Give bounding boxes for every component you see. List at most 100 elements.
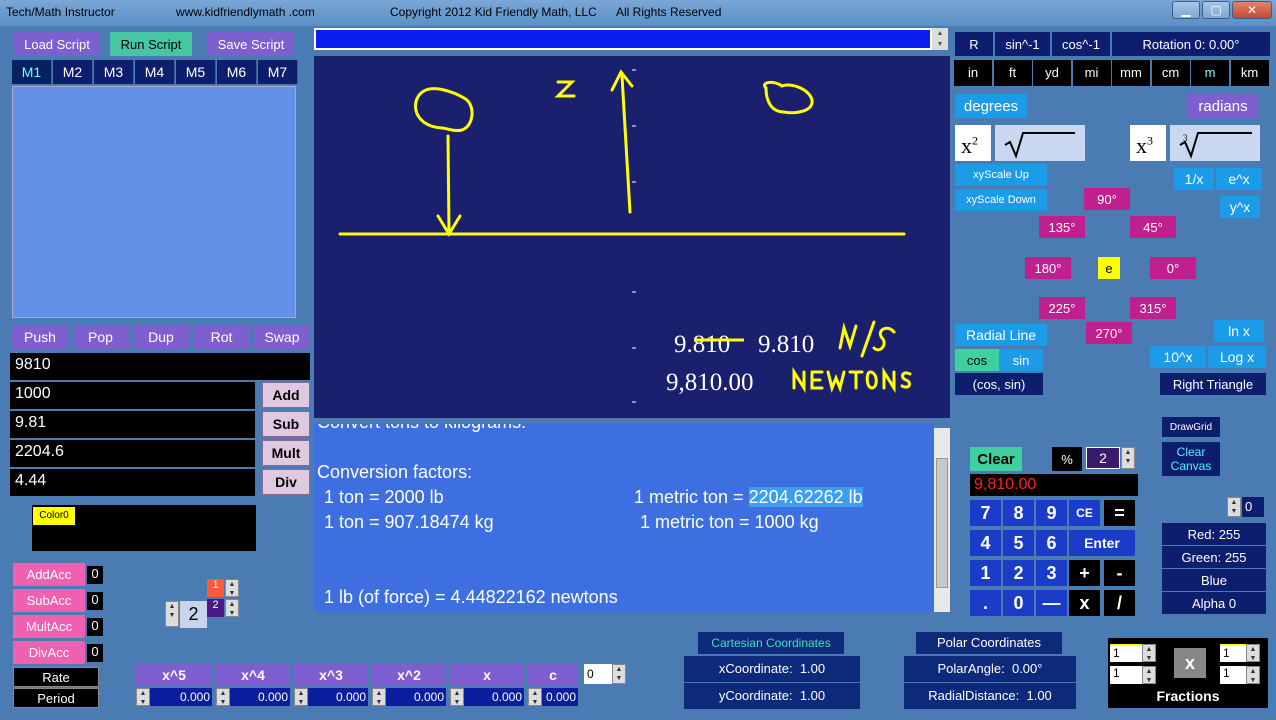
degrees-button[interactable]: degrees	[955, 94, 1027, 118]
script-textarea[interactable]	[12, 86, 296, 318]
angle-225-button[interactable]: 225°	[1039, 297, 1085, 319]
unit-km-button[interactable]: km	[1230, 60, 1269, 86]
angle-90-button[interactable]: 90°	[1084, 188, 1130, 210]
blue-control[interactable]: Blue	[1162, 569, 1266, 591]
period-button[interactable]: Period	[13, 688, 99, 708]
command-bar[interactable]	[314, 28, 932, 50]
fraction1-numerator[interactable]: 1	[1110, 644, 1142, 662]
asin-button[interactable]: sin^-1	[995, 32, 1050, 56]
poly-term-5-arrows[interactable]: ▲ ▼	[450, 688, 464, 706]
radial-line-button[interactable]: Radial Line	[955, 324, 1047, 346]
save-script-button[interactable]: Save Script	[208, 32, 294, 56]
cos-button[interactable]: cos	[955, 349, 999, 371]
calc-key-4-3[interactable]: +	[1069, 560, 1100, 586]
fraction2-denominator[interactable]: 1	[1220, 666, 1246, 684]
memory-tab-m7[interactable]: M7	[258, 60, 298, 84]
calc-key-3-2[interactable]: 6	[1036, 530, 1067, 556]
spinner-small-1[interactable]: 1	[207, 579, 224, 597]
poly-term-6-arrows[interactable]: ▲ ▼	[528, 688, 542, 706]
load-script-button[interactable]: Load Script	[14, 32, 100, 56]
cbrt-button[interactable]: 3	[1170, 125, 1260, 161]
inverse-button[interactable]: 1/x	[1174, 168, 1214, 190]
spinner-small-2[interactable]: 2	[207, 599, 224, 617]
fraction1-num-arrows[interactable]: ▲ ▼	[1142, 644, 1156, 662]
spinner-value[interactable]: 2	[180, 601, 207, 628]
calc-key-4-4[interactable]: x	[1069, 590, 1100, 616]
spinner-small-1-arrows[interactable]: ▲ ▼	[225, 579, 239, 597]
ten-power-button[interactable]: 10^x	[1150, 346, 1206, 368]
e-button[interactable]: e	[1098, 257, 1120, 279]
spinner-small-2-arrows[interactable]: ▲ ▼	[225, 599, 239, 617]
xyscale-down-button[interactable]: xyScale Down	[955, 189, 1047, 211]
green-control[interactable]: Green: 255	[1162, 546, 1266, 568]
notes-scroll-thumb[interactable]	[936, 458, 948, 588]
calc-key-2-1[interactable]: 8	[1003, 500, 1034, 526]
unit-yd-button[interactable]: yd	[1033, 60, 1071, 86]
unit-in-button[interactable]: in	[954, 60, 992, 86]
clear-canvas-button[interactable]: Clear Canvas	[1162, 442, 1220, 476]
right-triangle-button[interactable]: Right Triangle	[1160, 373, 1266, 395]
close-button[interactable]: ✕	[1232, 1, 1272, 19]
poly-degree-arrows[interactable]: ▲ ▼	[612, 664, 626, 684]
add-button[interactable]: Add	[262, 382, 310, 408]
div-button[interactable]: Div	[262, 469, 310, 495]
calc-key-4-1[interactable]: CE	[1069, 500, 1100, 526]
poly-term-1-arrows[interactable]: ▲ ▼	[136, 688, 150, 706]
calc-key-5-3[interactable]: -	[1104, 560, 1135, 586]
stack-dup-button[interactable]: Dup	[133, 325, 189, 349]
calc-key-5-4[interactable]: /	[1104, 590, 1135, 616]
calc-key-1-3[interactable]: 1	[970, 560, 1001, 586]
calc-key-1-2[interactable]: 4	[970, 530, 1001, 556]
memory-tab-m3[interactable]: M3	[94, 60, 134, 84]
calc-key-2-4[interactable]: 0	[1003, 590, 1034, 616]
sqrt-button[interactable]	[995, 125, 1085, 161]
multacc-button[interactable]: MultAcc	[13, 615, 85, 638]
command-bar-scroll[interactable]: ▲ ▼	[932, 28, 948, 50]
addacc-button[interactable]: AddAcc	[13, 563, 85, 586]
fraction2-den-arrows[interactable]: ▲ ▼	[1246, 666, 1260, 684]
notes-scrollbar[interactable]	[934, 428, 950, 612]
stack-rot-button[interactable]: Rot	[193, 325, 250, 349]
power-button[interactable]: y^x	[1220, 196, 1260, 218]
poly-term-1-value[interactable]: 0.000	[150, 688, 212, 706]
poly-term-4-value[interactable]: 0.000	[386, 688, 446, 706]
poly-term-4-arrows[interactable]: ▲ ▼	[372, 688, 386, 706]
memory-tab-m1[interactable]: M1	[12, 60, 52, 84]
r-button[interactable]: R	[955, 32, 993, 56]
poly-term-5-value[interactable]: 0.000	[464, 688, 524, 706]
calc-key-2-3[interactable]: 2	[1003, 560, 1034, 586]
poly-term-2-value[interactable]: 0.000	[230, 688, 290, 706]
angle-45-button[interactable]: 45°	[1130, 216, 1176, 238]
unit-ft-button[interactable]: ft	[993, 60, 1032, 86]
angle-270-button[interactable]: 270°	[1086, 322, 1132, 344]
calc-key-2-2[interactable]: 5	[1003, 530, 1034, 556]
clear-button[interactable]: Clear	[970, 447, 1022, 471]
minimize-button[interactable]: ▁	[1172, 1, 1200, 19]
radians-button[interactable]: radians	[1188, 94, 1258, 118]
calc-key-5-1[interactable]: =	[1104, 500, 1135, 526]
ln-button[interactable]: ln x	[1214, 320, 1264, 342]
angle-180-button[interactable]: 180°	[1025, 257, 1071, 279]
percent-button[interactable]: %	[1052, 447, 1082, 471]
drawgrid-button[interactable]: DrawGrid	[1162, 417, 1220, 437]
x3-button[interactable]: x3	[1130, 125, 1166, 161]
memory-tab-m2[interactable]: M2	[53, 60, 93, 84]
angle-135-button[interactable]: 135°	[1039, 216, 1085, 238]
fraction1-denominator[interactable]: 1	[1110, 666, 1142, 684]
sub-button[interactable]: Sub	[262, 411, 310, 437]
precision-arrows[interactable]: ▲ ▼	[1121, 447, 1135, 469]
acos-button[interactable]: cos^-1	[1052, 32, 1110, 56]
fraction1-den-arrows[interactable]: ▲ ▼	[1142, 666, 1156, 684]
exp-button[interactable]: e^x	[1216, 168, 1262, 190]
calc-key-3-4[interactable]: —	[1036, 590, 1067, 616]
maximize-button[interactable]: ▢	[1202, 1, 1230, 19]
poly-term-3-arrows[interactable]: ▲ ▼	[294, 688, 308, 706]
run-script-button[interactable]: Run Script	[110, 32, 192, 56]
stack-pop-button[interactable]: Pop	[72, 325, 129, 349]
mult-button[interactable]: Mult	[262, 440, 310, 466]
fraction2-num-arrows[interactable]: ▲ ▼	[1246, 644, 1260, 662]
color0-button[interactable]: Color0	[33, 507, 75, 525]
poly-term-6-value[interactable]: 0.000	[542, 688, 578, 706]
calc-key-1-1[interactable]: 7	[970, 500, 1001, 526]
rate-button[interactable]: Rate	[13, 667, 99, 687]
